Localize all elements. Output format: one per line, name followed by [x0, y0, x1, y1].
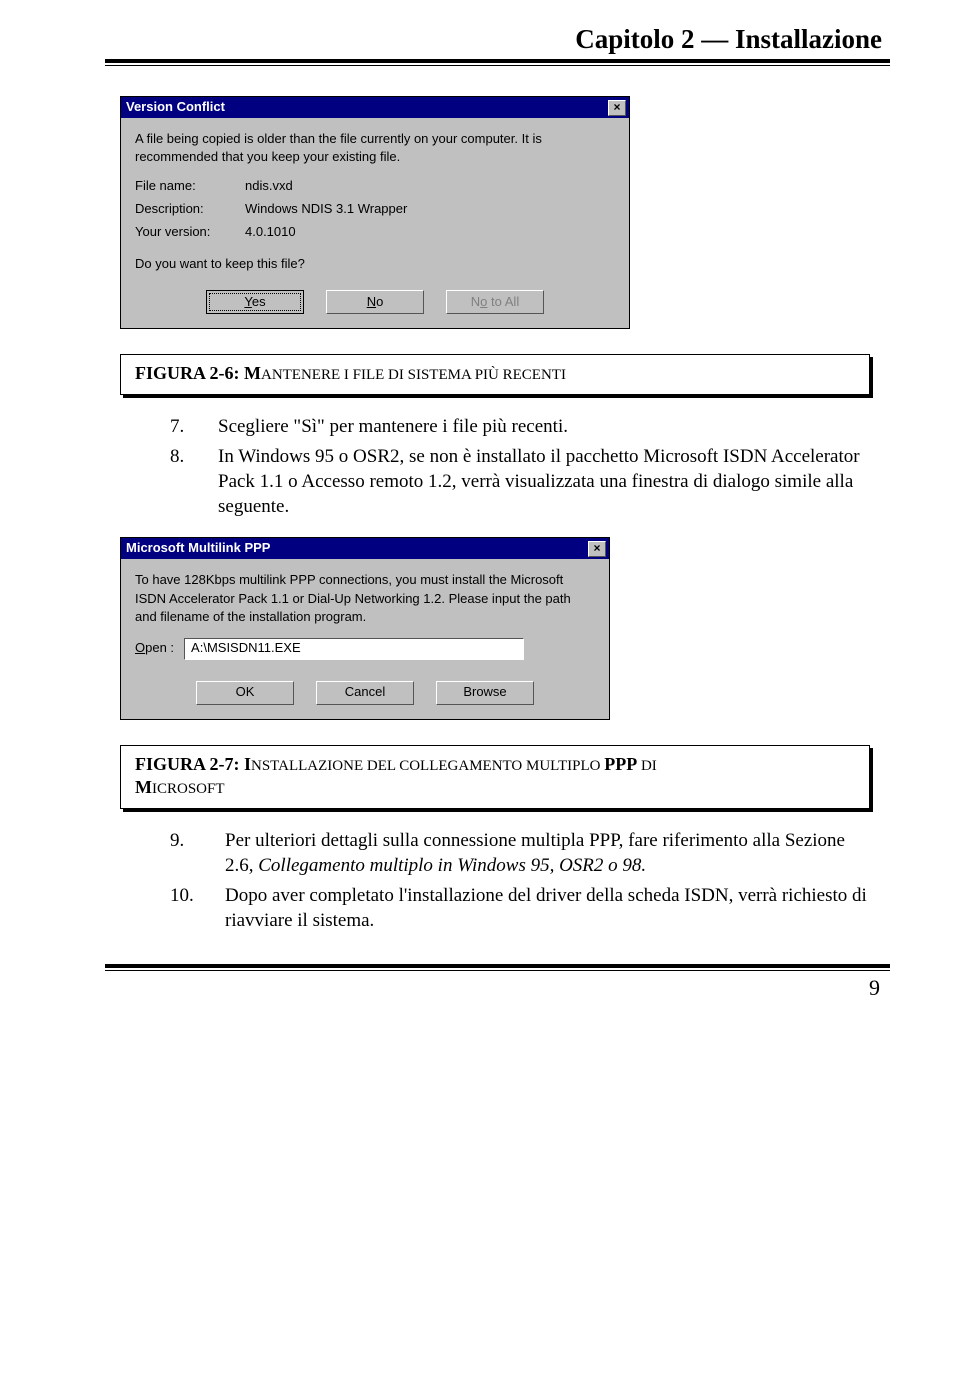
browse-button[interactable]: Browse [436, 681, 534, 705]
yes-button-text: es [252, 294, 266, 309]
ordered-list-1: 7. Scegliere "Sì" per mantenere i file p… [170, 415, 875, 520]
ok-button[interactable]: OK [196, 681, 294, 705]
open-rest: pen : [145, 640, 174, 655]
yes-button[interactable]: Yes [206, 290, 304, 314]
dialog-multilink-ppp: Microsoft Multilink PPP × To have 128Kbp… [120, 537, 610, 719]
label-description: Description: [135, 201, 245, 218]
figure-caption-2-7: FIGURA 2-7: INSTALLAZIONE DEL COLLEGAMEN… [120, 745, 870, 809]
notoall-post: to All [487, 294, 519, 309]
item10-num: 10. [170, 884, 207, 933]
caption2-line1-bold: PPP [604, 754, 637, 774]
value-description: Windows NDIS 3.1 Wrapper [245, 201, 615, 218]
notoall-pre: N [471, 294, 480, 309]
label-version: Your version: [135, 224, 245, 241]
dialog1-title: Version Conflict [126, 99, 225, 116]
notoall-button[interactable]: No to All [446, 290, 544, 314]
open-input[interactable]: A:\MSISDN11.EXE [184, 638, 524, 660]
open-row: Open : A:\MSISDN11.EXE [135, 638, 595, 660]
label-file-name: File name: [135, 178, 245, 195]
ordered-list-2: 9. Per ulteriori dettagli sulla connessi… [170, 829, 875, 934]
dialog2-body: To have 128Kbps multilink PPP connection… [121, 559, 609, 719]
list-item-10: 10. Dopo aver completato l'installazione… [170, 884, 875, 933]
figure-caption-2-6: FIGURA 2-6: MANTENERE I FILE DI SISTEMA … [120, 354, 870, 395]
dialog1-prompt: Do you want to keep this file? [135, 255, 615, 273]
dialog1-message: A file being copied is older than the fi… [135, 130, 615, 166]
caption1-prefix: FIGURA 2-6: M [135, 363, 261, 383]
item9-num: 9. [170, 829, 207, 878]
no-button-text: o [376, 294, 383, 309]
dialog-version-conflict: Version Conflict × A file being copied i… [120, 96, 630, 329]
item9-text: Per ulteriori dettagli sulla connessione… [225, 829, 875, 878]
item7-text: Scegliere "Sì" per mantenere i file più … [218, 415, 568, 440]
caption1-rest: ANTENERE I FILE DI SISTEMA PIÙ RECENTI [261, 367, 566, 383]
value-file-name: ndis.vxd [245, 178, 615, 195]
dialog2-buttons: OK Cancel Browse [135, 676, 595, 707]
dialog1-titlebar: Version Conflict × [121, 97, 629, 118]
dialog1-body: A file being copied is older than the fi… [121, 118, 629, 328]
item9-text-italic: Collegamento multiplo in Windows 95, OSR… [258, 855, 646, 876]
dialog2-title: Microsoft Multilink PPP [126, 540, 270, 557]
cancel-button[interactable]: Cancel [316, 681, 414, 705]
chapter-title: Capitolo 2 — Installazione [105, 22, 890, 57]
close-icon[interactable]: × [608, 100, 626, 116]
value-version: 4.0.1010 [245, 224, 615, 241]
caption2-line2-rest: ICROSOFT [152, 781, 225, 797]
yes-button-hotkey: Y [244, 294, 251, 309]
footer-double-rule [105, 964, 890, 971]
open-label: Open : [135, 640, 174, 657]
caption2-line2-prefix: M [135, 777, 152, 797]
list-item-7: 7. Scegliere "Sì" per mantenere i file p… [170, 415, 875, 440]
list-item-9: 9. Per ulteriori dettagli sulla connessi… [170, 829, 875, 878]
open-hotkey: O [135, 640, 145, 655]
caption2-line1-rest: NSTALLAZIONE DEL COLLEGAMENTO MULTIPLO [251, 758, 604, 774]
dialog2-titlebar: Microsoft Multilink PPP × [121, 538, 609, 559]
page-number: 9 [105, 974, 890, 1003]
dialog1-buttons: Yes No No to All [135, 285, 615, 316]
caption2-line1-prefix: FIGURA 2-7: I [135, 754, 251, 774]
list-item-8: 8. In Windows 95 o OSR2, se non è instal… [170, 445, 875, 519]
item8-text: In Windows 95 o OSR2, se non è installat… [218, 445, 875, 519]
close-icon[interactable]: × [588, 541, 606, 557]
no-button[interactable]: No [326, 290, 424, 314]
item7-num: 7. [170, 415, 200, 440]
item8-num: 8. [170, 445, 200, 519]
no-button-hotkey: N [367, 294, 376, 309]
item10-text: Dopo aver completato l'installazione del… [225, 884, 875, 933]
caption2-line1-trail: DI [637, 758, 657, 774]
dialog1-info-grid: File name: ndis.vxd Description: Windows… [135, 178, 615, 241]
dialog2-message: To have 128Kbps multilink PPP connection… [135, 571, 595, 626]
header-double-rule [105, 59, 890, 66]
